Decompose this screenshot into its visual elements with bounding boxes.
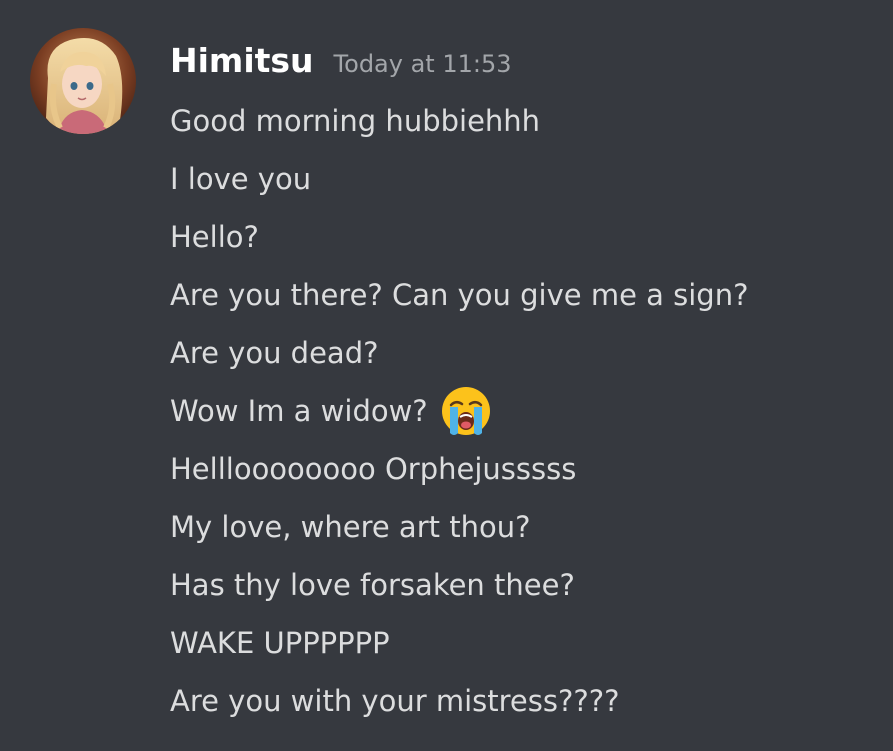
message-line-text: Are you there? Can you give me a sign? bbox=[170, 278, 749, 312]
message-line-text: Are you dead? bbox=[170, 336, 379, 370]
message-line: I love you bbox=[170, 150, 873, 208]
author-username[interactable]: Himitsu bbox=[170, 30, 314, 92]
message-line: Hello? bbox=[170, 208, 873, 266]
avatar-image bbox=[30, 28, 136, 134]
message-line-text: Are you with your mistress???? bbox=[170, 684, 620, 718]
message-line-text: I love you bbox=[170, 162, 312, 196]
message-line: Wow Im a widow? bbox=[170, 382, 873, 440]
message-group: Himitsu Today at 11:53 Good morning hubb… bbox=[0, 0, 893, 751]
message-line: Are you dead? bbox=[170, 324, 873, 382]
message-line: Hellloooooooo Orphejusssss bbox=[170, 440, 873, 498]
message-header: Himitsu Today at 11:53 bbox=[170, 30, 873, 92]
message-line-text: My love, where art thou? bbox=[170, 510, 531, 544]
message-line-text: Has thy love forsaken thee? bbox=[170, 568, 575, 602]
message-line-text: Good morning hubbiehhh bbox=[170, 104, 541, 138]
message-line: Are you with your mistress???? bbox=[170, 672, 873, 730]
loudly-crying-face-icon[interactable] bbox=[440, 385, 492, 437]
message-timestamp[interactable]: Today at 11:53 bbox=[334, 33, 512, 95]
message-line: My love, where art thou? bbox=[170, 498, 873, 556]
message-line-text: WAKE UPPPPPP bbox=[170, 626, 390, 660]
message-line: WAKE UPPPPPP bbox=[170, 614, 873, 672]
message-line-text: Hello? bbox=[170, 220, 259, 254]
message-content: Himitsu Today at 11:53 Good morning hubb… bbox=[170, 30, 873, 730]
message-line-text: Wow Im a widow? bbox=[170, 394, 428, 428]
message-line: Are you there? Can you give me a sign? bbox=[170, 266, 873, 324]
message-line: Good morning hubbiehhh bbox=[170, 92, 873, 150]
message-line: Has thy love forsaken thee? bbox=[170, 556, 873, 614]
avatar[interactable] bbox=[30, 28, 136, 134]
message-line-text: Hellloooooooo Orphejusssss bbox=[170, 452, 577, 486]
